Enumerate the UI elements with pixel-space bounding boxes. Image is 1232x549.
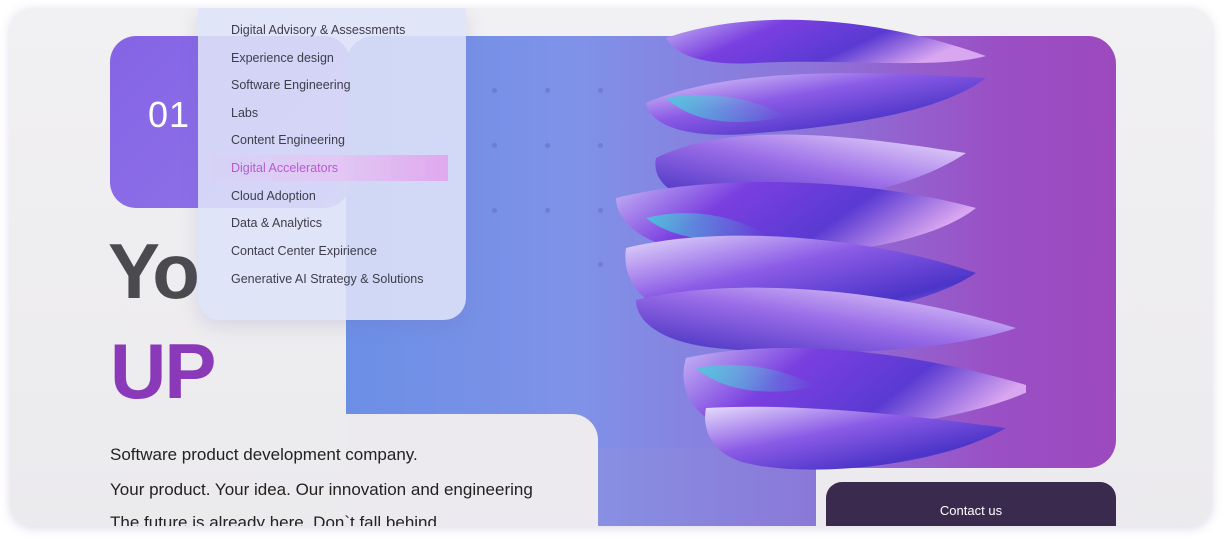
number-label: 01 — [148, 94, 191, 135]
menu-item-digital-accelerators[interactable]: Digital Accelerators — [198, 155, 448, 181]
page-frame: 01 Yo UP Software product development co… — [10, 8, 1212, 526]
hero-description-line1: Software product development company. — [110, 445, 418, 464]
menu-item-content-engineering[interactable]: Content Engineering — [198, 127, 448, 153]
hero-description-line2: Your product. Your idea. Our innovation … — [110, 480, 533, 499]
menu-item-generative-ai[interactable]: Generative AI Strategy & Solutions — [198, 266, 448, 292]
menu-item-digital-advisory[interactable]: Digital Advisory & Assessments — [198, 17, 448, 43]
abstract-3d-ribbon-art — [616, 19, 1026, 470]
menu-item-cloud-adoption[interactable]: Cloud Adoption — [198, 183, 448, 209]
decor-dot — [545, 88, 550, 93]
decor-dot — [598, 88, 603, 93]
decor-dot — [545, 143, 550, 148]
decor-dot — [598, 262, 603, 267]
menu-item-software-engineering[interactable]: Software Engineering — [198, 72, 448, 98]
hero-description-line3: The future is already here. Don`t fall b… — [110, 513, 437, 526]
menu-item-contact-center[interactable]: Contact Center Expirience — [198, 238, 448, 264]
decor-dot — [545, 208, 550, 213]
menu-item-labs[interactable]: Labs — [198, 100, 448, 126]
decor-dot — [492, 88, 497, 93]
menu-item-experience-design[interactable]: Experience design — [198, 45, 448, 71]
decor-dot — [492, 143, 497, 148]
contact-us-button[interactable]: Contact us — [826, 482, 1116, 526]
decor-dot — [598, 143, 603, 148]
decor-dot — [492, 208, 497, 213]
hero-cutout — [346, 414, 598, 526]
hero-heading-line2: UP — [110, 327, 216, 415]
decor-dot — [598, 208, 603, 213]
menu-item-data-analytics[interactable]: Data & Analytics — [198, 210, 448, 236]
services-dropdown-menu: Digital Advisory & Assessments Experienc… — [198, 8, 466, 320]
hero-heading-line1: Yo — [108, 227, 200, 315]
